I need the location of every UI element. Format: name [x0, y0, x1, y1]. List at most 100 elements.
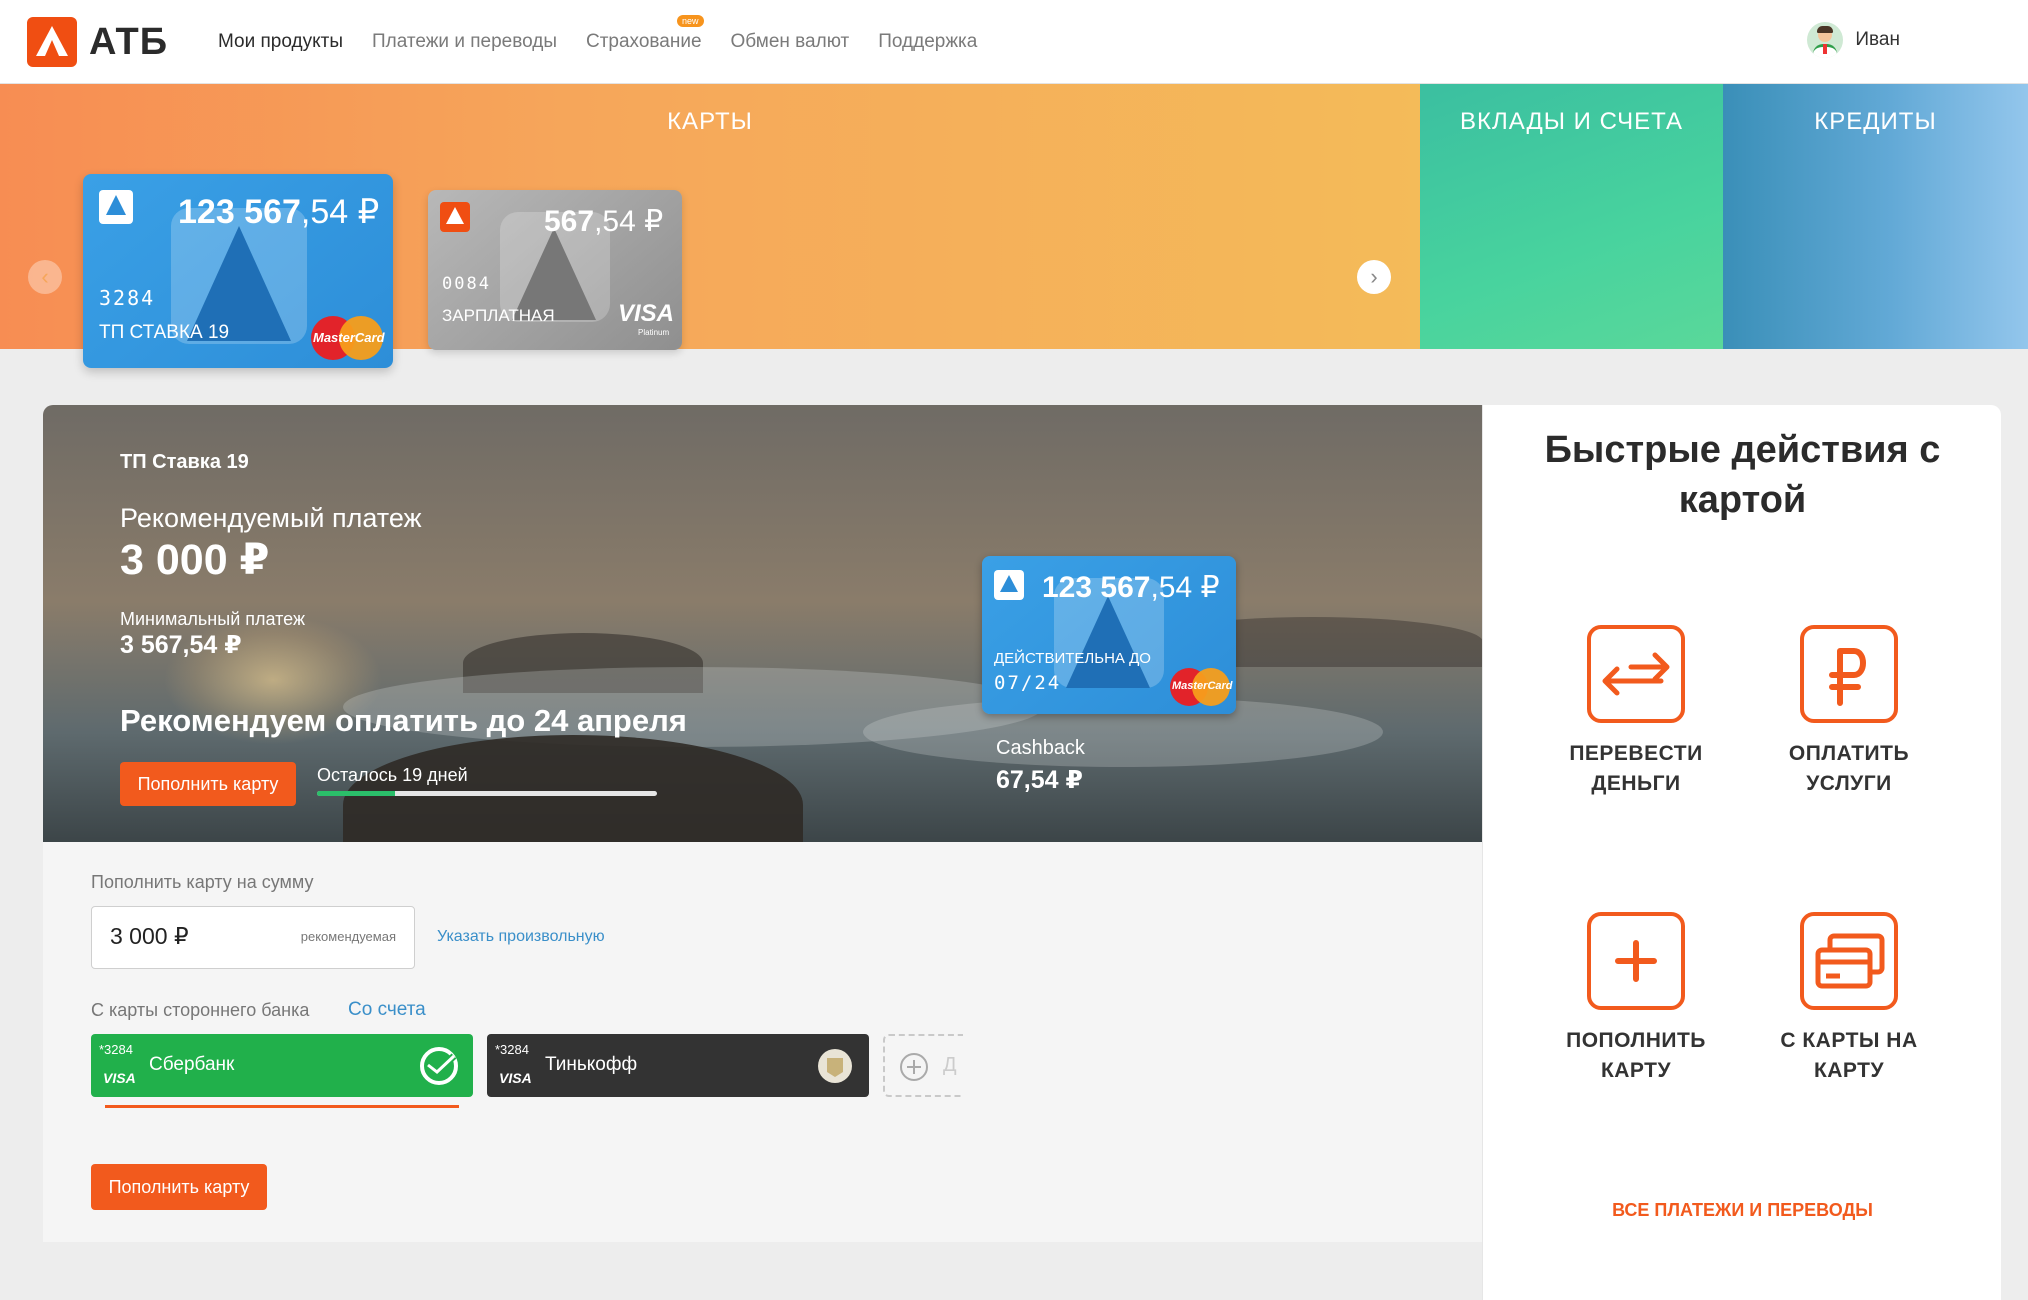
quick-actions-title: Быстрые действия с картой: [1544, 429, 1941, 521]
bank-card-tinkoff[interactable]: *3284 VISA Тинькофф: [487, 1034, 869, 1097]
bank-card-sberbank[interactable]: *3284 VISA Сбербанк: [91, 1034, 473, 1097]
card-title: ТП Ставка 19: [120, 451, 249, 473]
card-detail-hero: ТП Ставка 19 Рекомендуемый платеж 3 000 …: [43, 405, 1482, 842]
card-name: ЗАРПЛАТНАЯ: [442, 306, 555, 325]
nav-insurance-label: Страхование: [585, 31, 702, 52]
card-valid-date: 07/24: [994, 672, 1062, 694]
card-balance-int: 567: [544, 205, 595, 238]
nav-my-products[interactable]: Мои продукты: [218, 31, 343, 53]
deposits-panel[interactable]: ВКЛАДЫ И СЧЕТА: [1420, 84, 1723, 349]
topup-amount-label: Пополнить карту на сумму: [91, 872, 314, 892]
logo-text: АТБ: [89, 20, 169, 63]
topup-amount-value: 3 000 ₽: [110, 923, 189, 949]
quick-actions-panel: Быстрые действия с картой ПЕРЕВЕСТИ ДЕНЬГ…: [1482, 405, 2001, 1300]
topup-amount-input[interactable]: 3 000 ₽ рекомендуемая: [91, 906, 415, 969]
nav-insurance[interactable]: Страхование new: [585, 15, 704, 53]
quick-action-topup-line1: ПОПОЛНИТЬ: [1566, 1029, 1706, 1052]
quick-action-transfer-line1: ПЕРЕВЕСТИ: [1569, 742, 1703, 765]
days-left: Осталось 19 дней: [317, 765, 468, 785]
payment-progress-fill: [317, 791, 396, 796]
card-valid-label: ДЕЙСТВИТЕЛЬНА ДО: [994, 650, 1151, 667]
logo-icon: [27, 17, 77, 67]
bank-logo[interactable]: АТБ: [27, 17, 168, 67]
card-balance-frac: ,54 ₽: [594, 205, 664, 238]
card-salary[interactable]: 567,54 ₽ 0084 ЗАРПЛАТНАЯ VISA Platinum: [428, 190, 682, 350]
card-logo-icon: [994, 570, 1024, 600]
carousel-next-button[interactable]: ›: [1357, 260, 1391, 294]
quick-action-pay-line2: УСЛУГИ: [1806, 772, 1892, 795]
source-tab-account[interactable]: Со счета: [348, 999, 426, 1021]
bank-card-number: *3284: [99, 1042, 133, 1057]
cashback-label: Cashback: [996, 737, 1085, 759]
quick-action-pay-line1: ОПЛАТИТЬ: [1788, 742, 1910, 765]
nav-payments[interactable]: Платежи и переводы: [372, 31, 557, 53]
user-menu[interactable]: Иван: [1807, 22, 1900, 58]
carousel-prev-button[interactable]: ‹: [28, 260, 62, 294]
visa-logo: VISA: [499, 1070, 532, 1086]
credits-panel[interactable]: КРЕДИТЫ: [1723, 84, 2028, 349]
recommended-payment-label: Рекомендуемый платеж: [120, 503, 422, 533]
topup-card-button[interactable]: Пополнить карту: [120, 762, 296, 806]
selected-card-thumbnail[interactable]: 123 567,54 ₽ ДЕЙСТВИТЕЛЬНА ДО 07/24 Mast…: [982, 556, 1236, 714]
topup-form: Пополнить карту на сумму 3 000 ₽ рекомен…: [43, 842, 1482, 1242]
cards-icon: [1800, 912, 1898, 1010]
new-badge: new: [677, 15, 704, 27]
bank-name: Сбербанк: [149, 1054, 235, 1075]
add-card-button[interactable]: Д: [883, 1034, 963, 1097]
deposits-panel-title: ВКЛАДЫ И СЧЕТА: [1459, 108, 1684, 135]
cashback-amount: 67,54 ₽: [996, 766, 1083, 794]
quick-action-transfer-line2: ДЕНЬГИ: [1591, 772, 1681, 795]
bank-card-number: *3284: [495, 1042, 529, 1057]
card-name: ТП СТАВКА 19: [99, 322, 230, 343]
transfer-arrows-icon: [1587, 625, 1685, 723]
all-payments-link[interactable]: ВСЕ ПЛАТЕЖИ И ПЕРЕВОДЫ: [1483, 1200, 2002, 1221]
payment-deadline: Рекомендуем оплатить до 24 апреля: [120, 703, 687, 738]
payment-progress-bar: [317, 791, 657, 796]
quick-action-topup-line2: КАРТУ: [1600, 1059, 1672, 1082]
card-balance-int: 123 567: [1042, 571, 1151, 604]
card-balance-frac: ,54 ₽: [300, 193, 380, 231]
card-logo-icon: [99, 190, 133, 224]
chevron-left-icon: ‹: [41, 264, 49, 289]
card-balance-int: 123 567: [178, 193, 301, 231]
cards-panel[interactable]: КАРТЫ ‹ › 123 567,54 ₽ 3284 ТП СТАВКА 19…: [0, 84, 1420, 368]
ruble-icon: [1800, 625, 1898, 723]
bank-name: Тинькофф: [545, 1054, 638, 1075]
custom-amount-link[interactable]: Указать произвольную: [437, 928, 605, 946]
quick-action-topup-card[interactable]: ПОПОЛНИТЬ КАРТУ: [1536, 912, 1736, 1086]
mastercard-logo: MasterCard: [1170, 668, 1233, 706]
plus-circle-icon: [900, 1053, 928, 1081]
recommended-payment-amount: 3 000 ₽: [120, 536, 270, 584]
visa-platinum-label: Platinum: [638, 328, 670, 337]
nav-support[interactable]: Поддержка: [878, 31, 977, 53]
user-name: Иван: [1855, 29, 1900, 50]
avatar: [1807, 22, 1844, 58]
nav-currency-exchange[interactable]: Обмен валют: [731, 31, 850, 53]
add-card-label: Д: [943, 1054, 957, 1076]
card-last4: 0084: [442, 274, 491, 294]
min-payment-amount: 3 567,54 ₽: [120, 631, 242, 659]
quick-action-transfer[interactable]: ПЕРЕВЕСТИ ДЕНЬГИ: [1536, 625, 1736, 799]
quick-action-pay-services[interactable]: ОПЛАТИТЬ УСЛУГИ: [1749, 625, 1949, 799]
cards-panel-title: КАРТЫ: [667, 108, 753, 135]
card-balance-frac: ,54 ₽: [1150, 571, 1220, 604]
visa-logo: VISA: [103, 1070, 136, 1086]
quick-action-c2c-line2: КАРТУ: [1813, 1059, 1885, 1082]
selected-bank-underline: [105, 1105, 459, 1108]
min-payment-label: Минимальный платеж: [120, 609, 306, 629]
card-logo-icon: [440, 202, 470, 232]
credits-panel-title: КРЕДИТЫ: [1814, 108, 1937, 135]
topup-amount-hint: рекомендуемая: [300, 929, 396, 944]
top-header: АТБ Мои продукты Платежи и переводы Стра…: [0, 0, 2028, 84]
card-tp-stavka-19[interactable]: 123 567,54 ₽ 3284 ТП СТАВКА 19 MasterCar…: [83, 174, 393, 368]
products-banner: КАРТЫ ‹ › 123 567,54 ₽ 3284 ТП СТАВКА 19…: [0, 84, 2028, 368]
card-last4: 3284: [99, 286, 156, 310]
chevron-right-icon: ›: [1370, 264, 1378, 289]
tinkoff-logo-icon: [818, 1049, 852, 1083]
submit-topup-button[interactable]: Пополнить карту: [91, 1164, 267, 1210]
source-tab-other-bank[interactable]: С карты стороннего банка: [91, 1000, 309, 1021]
quick-action-card-to-card[interactable]: С КАРТЫ НА КАРТУ: [1749, 912, 1949, 1086]
plus-icon: [1587, 912, 1685, 1010]
main-nav: Мои продукты Платежи и переводы Страхова…: [218, 0, 1006, 84]
visa-logo: VISA: [618, 300, 675, 327]
